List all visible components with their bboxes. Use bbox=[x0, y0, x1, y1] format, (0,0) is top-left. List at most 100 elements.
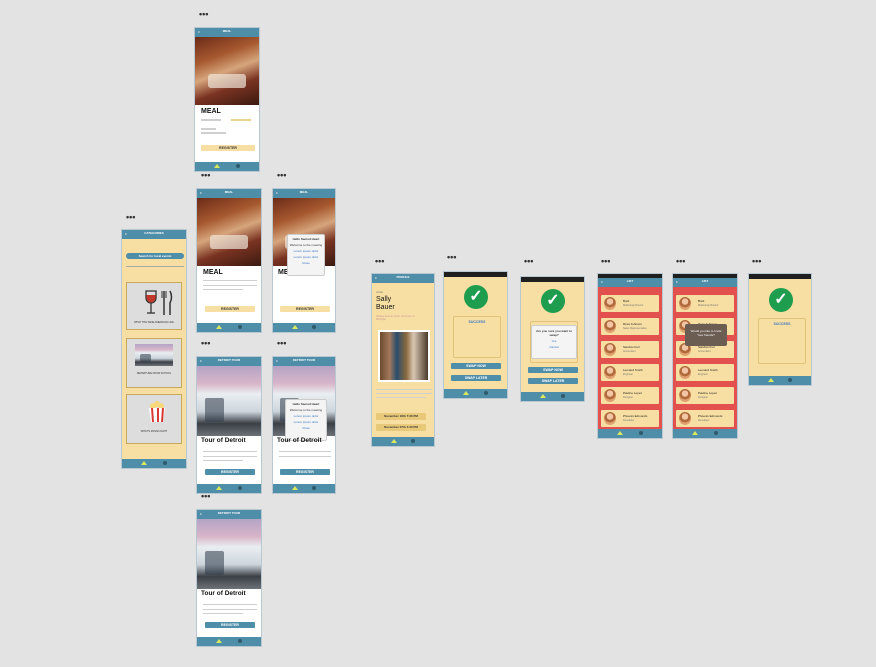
list-item[interactable]: Phoenix Edmonds Developer bbox=[676, 410, 734, 427]
header: ≡ MEAL bbox=[273, 189, 335, 198]
user-icon[interactable] bbox=[411, 439, 416, 443]
list-item[interactable]: Sandra Cruz Accountant bbox=[601, 341, 659, 358]
event-title: Tour of Detroit bbox=[277, 437, 322, 444]
status-bar bbox=[444, 272, 507, 277]
popup-close[interactable]: Close bbox=[288, 259, 324, 265]
category-wine[interactable]: WHAT THE WINE AMERICAN LIFE bbox=[126, 282, 182, 330]
footer bbox=[122, 459, 186, 468]
tour-screen: ≡ DETROIT TOUR Tour of Detroit REGISTER bbox=[196, 356, 262, 494]
home-icon[interactable] bbox=[214, 164, 221, 168]
ellipsis-marker: ••• bbox=[375, 256, 385, 266]
success-screen: ✓ SUCCESS SWAP NOW SWAP LATER bbox=[443, 271, 508, 399]
home-icon[interactable] bbox=[216, 486, 223, 490]
user-icon[interactable] bbox=[312, 325, 317, 329]
list-item[interactable]: Brett Marketing Director bbox=[676, 295, 734, 312]
home-icon[interactable] bbox=[767, 378, 774, 382]
person-role: Marketing Director bbox=[623, 304, 644, 307]
person-name: Pauline Lopez bbox=[623, 391, 643, 395]
status-bar bbox=[521, 277, 584, 282]
header: ≡ DETROIT TOUR bbox=[197, 510, 261, 519]
invite-dialog[interactable]: Would you like to Invite Your friends? bbox=[685, 324, 727, 346]
user-icon[interactable] bbox=[162, 461, 167, 465]
home-icon[interactable] bbox=[141, 461, 148, 465]
swap-later-button[interactable]: SWAP LATER bbox=[451, 375, 501, 381]
footer bbox=[197, 323, 261, 332]
home-icon[interactable] bbox=[216, 325, 223, 329]
footer bbox=[372, 437, 434, 446]
header-title: MEAL bbox=[222, 29, 232, 33]
date-slot-button[interactable]: November 18th 7:30 PM bbox=[376, 413, 426, 420]
user-icon[interactable] bbox=[638, 431, 643, 435]
home-icon[interactable] bbox=[462, 391, 469, 395]
register-button[interactable]: REGISTER bbox=[280, 306, 330, 312]
search-input[interactable]: Search for local events bbox=[126, 253, 184, 259]
dialog-cancel[interactable]: Cancel bbox=[532, 343, 576, 349]
list-item[interactable]: Ross JohnsonSales Representative bbox=[601, 318, 659, 335]
dialog-question: Are you sure you want to swap? bbox=[536, 329, 572, 337]
meal-popup-screen: ≡MEAL MEAL Hello Sacred Heart Welcome to… bbox=[272, 188, 336, 333]
header-title: DETROIT TOUR bbox=[292, 358, 316, 362]
popup-close[interactable]: Close bbox=[286, 424, 326, 430]
footer bbox=[598, 429, 662, 438]
user-icon[interactable] bbox=[235, 164, 240, 168]
success-card: SUCCESS bbox=[758, 318, 806, 364]
home-icon[interactable] bbox=[216, 639, 223, 643]
profile-name-last: Bauer bbox=[376, 304, 395, 311]
avatar bbox=[679, 389, 691, 402]
person-name: Leonard Smith bbox=[623, 368, 643, 372]
home-icon[interactable] bbox=[291, 325, 298, 329]
dialog-text: Would you like to Invite Your friends? bbox=[690, 329, 722, 337]
avatar bbox=[604, 389, 616, 402]
register-button[interactable]: REGISTER bbox=[205, 622, 255, 628]
person-name: Phoenix Edmonds bbox=[623, 414, 648, 418]
footer bbox=[673, 429, 737, 438]
swap-now-button[interactable]: SWAP NOW bbox=[528, 367, 578, 373]
person-role: Developer bbox=[623, 419, 635, 422]
list-item[interactable]: Leonard Smith Engineer bbox=[601, 364, 659, 381]
ellipsis-marker: ••• bbox=[199, 9, 209, 19]
list-item[interactable]: Pauline Lopez Designer bbox=[676, 387, 734, 404]
profile-screen: ≡ PROFILE Artist Sally Bauer Visiting lec… bbox=[371, 273, 435, 447]
header-title: CATEGORIES bbox=[144, 231, 164, 235]
category-movie[interactable]: WHAT'S MOVIE NIGHT bbox=[126, 394, 182, 444]
home-icon[interactable] bbox=[617, 431, 624, 435]
home-icon[interactable] bbox=[291, 486, 298, 490]
text-line bbox=[376, 389, 432, 390]
user-icon[interactable] bbox=[713, 431, 718, 435]
user-icon[interactable] bbox=[788, 378, 793, 382]
list-item[interactable]: Phoenix Edmonds Developer bbox=[601, 410, 659, 427]
text-line bbox=[203, 609, 257, 610]
checkmark-icon: ✓ bbox=[769, 288, 793, 312]
category-bus[interactable]: DEPARTURE FROM SCHOOL bbox=[126, 338, 182, 388]
user-icon[interactable] bbox=[561, 394, 566, 398]
home-icon[interactable] bbox=[692, 431, 699, 435]
date-slot-button[interactable]: November 27th 4:30 PM bbox=[376, 424, 426, 431]
ellipsis-marker: ••• bbox=[201, 170, 211, 180]
person-role: Accountant bbox=[623, 350, 636, 353]
register-button[interactable]: REGISTER bbox=[280, 469, 330, 475]
swap-later-button[interactable]: SWAP LATER bbox=[528, 378, 578, 384]
avatar bbox=[604, 343, 616, 356]
user-icon[interactable] bbox=[237, 325, 242, 329]
text-line bbox=[203, 456, 257, 457]
avatar bbox=[604, 320, 616, 333]
register-button[interactable]: REGISTER bbox=[205, 469, 255, 475]
list-item[interactable]: Pauline Lopez Designer bbox=[601, 387, 659, 404]
text-line bbox=[203, 280, 257, 281]
tour-popup-screen: ≡ DETROIT TOUR Hello Sacred Heart Welcome… bbox=[272, 356, 336, 494]
header: ≡ DETROIT TOUR bbox=[273, 357, 335, 366]
user-icon[interactable] bbox=[312, 486, 317, 490]
user-icon[interactable] bbox=[484, 391, 489, 395]
header: ≡ PROFILE bbox=[372, 274, 434, 283]
category-label: WHAT'S MOVIE NIGHT bbox=[140, 430, 168, 433]
register-button[interactable]: REGISTER bbox=[205, 306, 255, 312]
swap-now-button[interactable]: SWAP NOW bbox=[451, 363, 501, 369]
bus-thumbnail bbox=[135, 344, 173, 366]
list-item[interactable]: Leonard Smith Engineer bbox=[676, 364, 734, 381]
register-button[interactable]: REGISTER bbox=[201, 145, 255, 151]
list-item[interactable]: Brett Marketing Director bbox=[601, 295, 659, 312]
user-icon[interactable] bbox=[237, 486, 242, 490]
home-icon[interactable] bbox=[390, 439, 397, 443]
home-icon[interactable] bbox=[539, 394, 546, 398]
user-icon[interactable] bbox=[237, 639, 242, 643]
